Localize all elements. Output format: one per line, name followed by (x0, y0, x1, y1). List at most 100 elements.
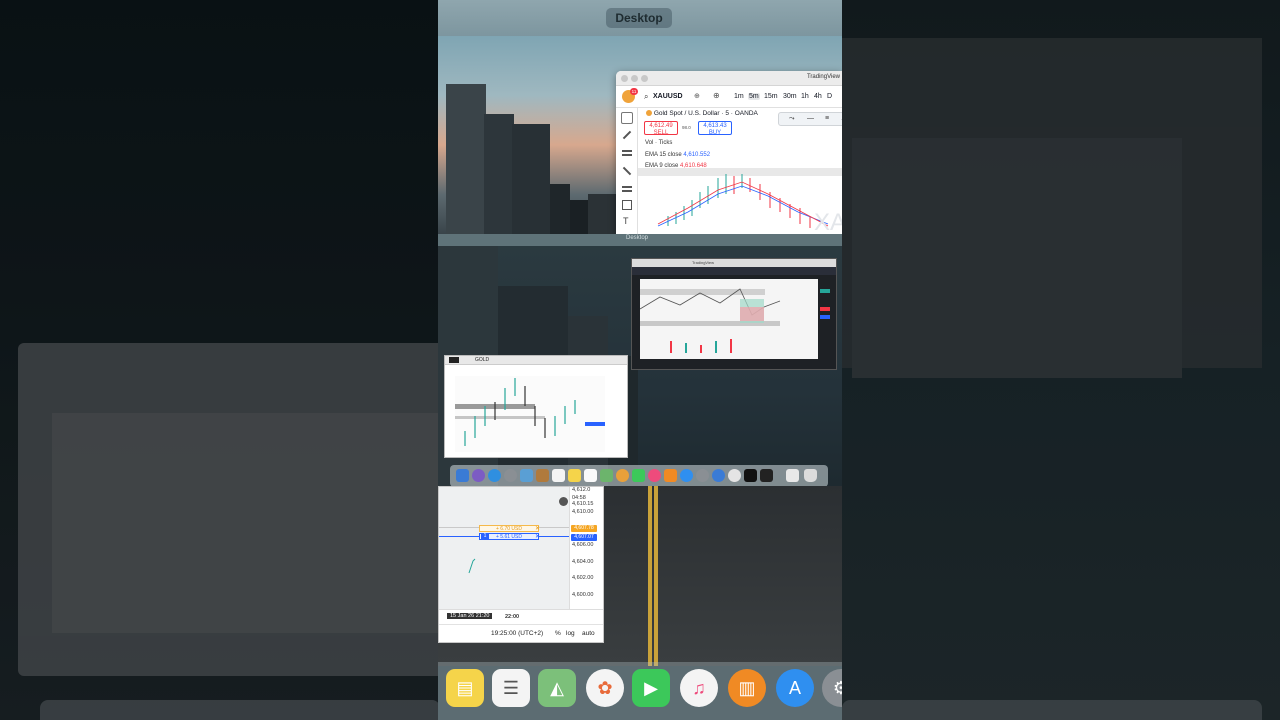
blurred-tradingview-window (842, 38, 1262, 378)
appstore-icon[interactable] (680, 469, 693, 482)
compare-icon[interactable]: ⊕ (694, 92, 700, 100)
symbol-watermark: XA (814, 209, 842, 234)
building (588, 194, 618, 234)
timeframe-d[interactable]: D (827, 93, 832, 100)
crosshair-date-label: 15 Jan 26 21:20 (447, 613, 493, 619)
desktop-space-label[interactable]: Desktop (606, 8, 672, 28)
minimize-button[interactable] (631, 75, 638, 82)
fib-icon[interactable] (622, 150, 632, 152)
timeframe-5m[interactable]: 5m (748, 93, 760, 100)
mail-icon[interactable] (520, 469, 533, 482)
xm-logo (449, 357, 459, 363)
price-label: 4,606.00 (572, 542, 594, 548)
photos-icon[interactable]: ✿ (586, 669, 624, 707)
log-toggle[interactable]: log (566, 630, 575, 637)
facetime-icon[interactable]: ▶ (632, 669, 670, 707)
thumbnail-price-scale (820, 279, 830, 359)
add-icon[interactable]: ⊕ (713, 91, 720, 100)
xm-thumbnail-symbol: GOLD (475, 357, 490, 363)
maps-icon[interactable]: ◭ (538, 669, 576, 707)
finder-icon[interactable] (456, 469, 469, 482)
calendar-icon[interactable] (552, 469, 565, 482)
thumbnail-chart (640, 279, 818, 359)
symbol-search[interactable]: XAUUSD (653, 93, 683, 100)
tradingview-icon[interactable] (744, 469, 757, 482)
spaces-bar: Desktop (438, 0, 842, 36)
price-tag-top: 4,610.15 (572, 501, 594, 507)
auto-toggle[interactable]: auto (582, 630, 595, 637)
fib-icon-line (622, 154, 632, 156)
window-title: TradingView (806, 74, 840, 80)
xm-chart-window[interactable]: + 6.70 USD + 5.61 USD 1 ✕ ✕ 4,612.0 04:5… (438, 486, 604, 643)
chart-area[interactable]: Gold Spot / U.S. Dollar · 5 · OANDA 4,61… (638, 108, 842, 234)
price-label: 4,602.00 (572, 575, 594, 581)
zoom-button[interactable] (641, 75, 648, 82)
books-icon[interactable] (664, 469, 677, 482)
xm-status-bar: 19:25:00 (UTC+2) % log auto (439, 624, 603, 642)
building (484, 114, 514, 234)
xm-icon[interactable] (760, 469, 773, 482)
timeframe-4h[interactable]: 4h (814, 93, 822, 100)
appstore-icon[interactable]: A (776, 669, 814, 707)
window-titlebar[interactable]: TradingView (616, 71, 842, 86)
pattern-icon[interactable] (622, 166, 632, 176)
timeframe-1m[interactable]: 1m (734, 93, 744, 100)
notes-icon[interactable]: ▤ (446, 669, 484, 707)
itunes-icon[interactable]: ♫ (680, 669, 718, 707)
system-preferences-icon[interactable] (696, 469, 709, 482)
text-icon[interactable]: T (623, 216, 629, 226)
reminders-icon[interactable] (584, 469, 597, 482)
itunes-icon[interactable] (648, 469, 661, 482)
photos-icon[interactable] (616, 469, 629, 482)
trash-icon[interactable] (804, 469, 817, 482)
close-button[interactable] (621, 75, 628, 82)
facetime-icon[interactable] (632, 469, 645, 482)
launchpad-icon[interactable] (504, 469, 517, 482)
thumbnail-toolbar (632, 267, 836, 275)
timeframe-15m[interactable]: 15m (764, 93, 778, 100)
contacts-icon[interactable] (536, 469, 549, 482)
search-icon[interactable]: ⌕ (644, 92, 648, 102)
percent-toggle[interactable]: % (555, 630, 561, 637)
siri-icon[interactable] (472, 469, 485, 482)
road-line (648, 486, 652, 666)
trendline-icon[interactable] (622, 130, 632, 140)
xm-chart-area[interactable]: + 6.70 USD + 5.61 USD 1 ✕ ✕ (439, 487, 569, 609)
xm-window-thumbnail[interactable]: GOLD (444, 355, 628, 458)
crosshair-icon[interactable] (621, 112, 633, 124)
building (512, 124, 550, 234)
price-label: 4,600.00 (572, 592, 594, 598)
timeframe-30m[interactable]: 30m (783, 93, 797, 100)
tradingview-window-thumbnail[interactable]: TradingView (631, 258, 837, 370)
timeframe-1h[interactable]: 1h (801, 93, 809, 100)
blurred-dock (842, 700, 1262, 720)
building (446, 84, 486, 234)
xm-time-axis: 15 Jan 26 21:20 22:00 (439, 609, 603, 623)
system-preferences-icon[interactable]: ⚙ (822, 669, 842, 707)
blurred-chart (52, 413, 442, 633)
reminders-icon[interactable]: ☰ (492, 669, 530, 707)
desktop-strip-label[interactable]: Desktop (626, 235, 648, 241)
shape-icon[interactable] (622, 200, 632, 210)
building (550, 184, 570, 234)
chrome-icon[interactable] (728, 469, 741, 482)
tradingview-window[interactable]: TradingView 11 ⌕ XAUUSD ⊕ ⊕ 1m 5m 15m 30… (616, 71, 842, 234)
chart-toolbar: 11 ⌕ XAUUSD ⊕ ⊕ 1m 5m 15m 30m 1h 4h D (616, 86, 842, 108)
xm-thumbnail-titlebar: GOLD (445, 356, 627, 365)
books-icon[interactable]: ▥ (728, 669, 766, 707)
price-label: 4,604.00 (572, 559, 594, 565)
blurred-xm-window (18, 343, 458, 676)
xm-price-axis: 4,612.0 04:58 4,610.15 4,610.00 4,607.78… (569, 487, 603, 609)
blurred-background-right (842, 0, 1280, 720)
xm-thumbnail-candles (455, 378, 605, 446)
road-line (654, 486, 658, 666)
browser-icon[interactable] (712, 469, 725, 482)
notes-icon[interactable] (568, 469, 581, 482)
downloads-icon[interactable] (786, 469, 799, 482)
prediction-icon[interactable] (622, 186, 632, 188)
blurred-background-left (0, 0, 458, 720)
drawing-tools-sidebar: T (616, 108, 638, 234)
maps-icon[interactable] (600, 469, 613, 482)
safari-icon[interactable] (488, 469, 501, 482)
screen: Desktop TradingView 11 ⌕ XAUUSD ⊕ ⊕ 1m 5… (0, 0, 1280, 720)
